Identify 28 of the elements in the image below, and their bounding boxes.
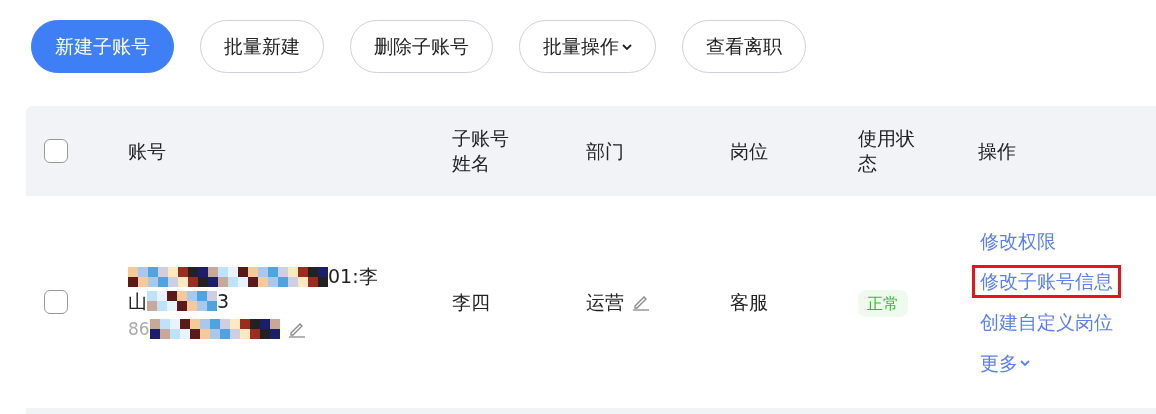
toolbar-button[interactable]: 查看离职 <box>682 20 806 73</box>
department-text: 运营 <box>586 289 624 315</box>
dropdown-button[interactable]: 批量操作 <box>519 20 656 73</box>
column-header: 账号 <box>128 138 166 164</box>
position-text: 客服 <box>730 290 768 313</box>
more-link[interactable]: 更多 <box>972 346 1038 380</box>
chevron-down-icon <box>622 43 632 50</box>
action-link[interactable]: 修改子账号信息 <box>972 265 1121 298</box>
name-text: 李四 <box>452 290 490 313</box>
toolbar-button[interactable]: 新建子账号 <box>31 20 174 73</box>
action-link[interactable]: 修改权限 <box>972 224 1064 258</box>
account-text: 3 <box>217 288 230 314</box>
checkbox[interactable] <box>44 290 68 314</box>
checkbox[interactable] <box>44 139 68 163</box>
column-header: 岗位 <box>730 138 768 164</box>
column-header: 部门 <box>586 138 624 164</box>
toolbar-button[interactable]: 批量新建 <box>200 20 324 73</box>
column-header: 操作 <box>978 138 1016 164</box>
toolbar-button[interactable]: 删除子账号 <box>350 20 493 73</box>
column-header: 子账号姓名 <box>452 126 510 176</box>
account-text: 山 <box>128 288 147 314</box>
chevron-down-icon <box>1020 360 1030 367</box>
action-link[interactable]: 创建自定义岗位 <box>972 306 1121 339</box>
column-header: 使用状态 <box>858 126 916 176</box>
pixelated-text-drawing <box>147 291 217 312</box>
status-tag: 正常 <box>858 289 908 317</box>
phone-text: 86 <box>128 317 150 340</box>
account-text: 01:李 <box>328 264 378 289</box>
